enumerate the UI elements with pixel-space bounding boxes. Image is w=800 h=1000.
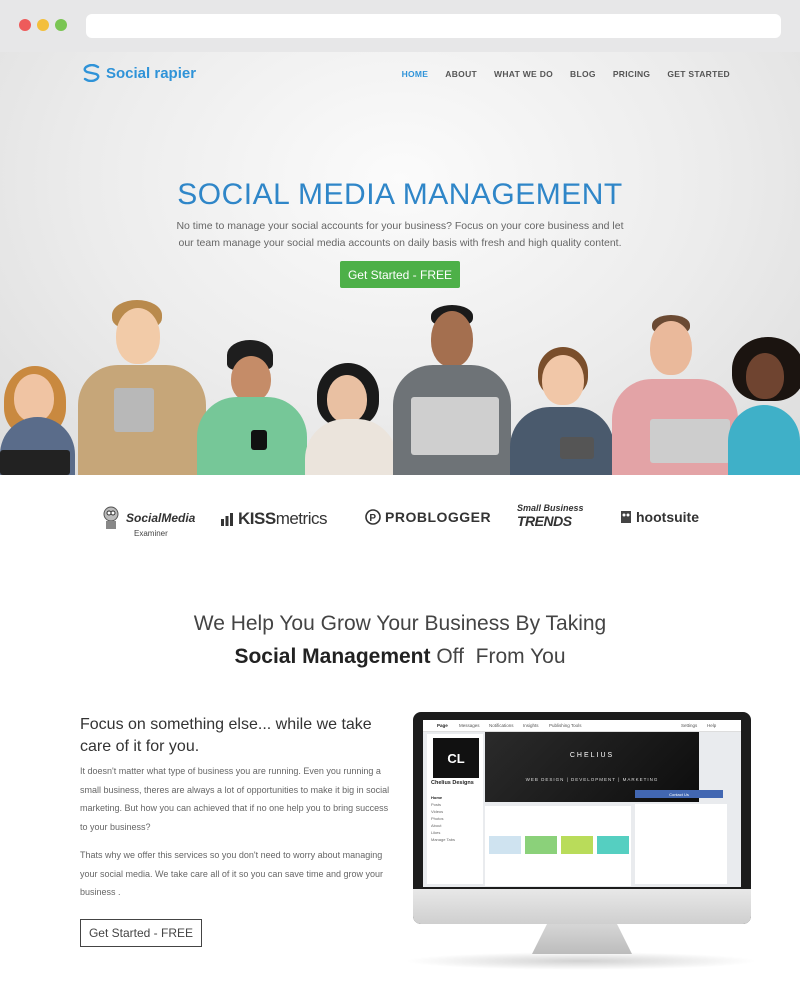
sme-text: SocialMedia: [126, 511, 196, 525]
close-window-button[interactable]: [19, 19, 31, 31]
logo-small-business-trends: Small Business TRENDS: [517, 503, 584, 529]
fb-top-bar: Page Messages Notifications Insights Pub…: [423, 720, 741, 732]
monitor-shadow: [404, 952, 758, 970]
p-circle-icon: P: [365, 509, 381, 525]
fb-menu-item: Posts: [431, 802, 442, 807]
fb-menu-item: Likes: [431, 830, 441, 835]
fb-menu-item: About: [431, 823, 442, 828]
fb-thumb: [489, 836, 521, 854]
logo-s-icon: [83, 64, 100, 82]
nav-get-started[interactable]: GET STARTED: [667, 69, 730, 79]
person-5: [393, 305, 511, 475]
focus-get-started-button[interactable]: Get Started - FREE: [80, 919, 202, 947]
hero-people-image: [0, 300, 800, 475]
hero-subtitle: No time to manage your social accounts f…: [176, 220, 624, 249]
person-1: [0, 360, 75, 475]
kiss-light-text: metrics: [275, 509, 328, 528]
fb-tab: Settings: [681, 723, 698, 728]
maximize-window-button[interactable]: [55, 19, 67, 31]
fb-menu-item: Home: [431, 795, 443, 800]
fb-cover-title: CHELIUS: [569, 752, 615, 759]
hero-title: SOCIAL MEDIA MANAGEMENT: [177, 178, 623, 211]
fb-menu-item: Videos: [431, 809, 444, 814]
main-nav: HOME ABOUT WHAT WE DO BLOG PRICING GET S…: [402, 69, 730, 79]
fb-menu: Home Posts Videos Photos About Likes Man…: [431, 794, 455, 843]
person-4: [305, 363, 397, 475]
fb-tab: Publishing Tools: [549, 723, 582, 728]
fb-menu-item: Manage Tabs: [431, 837, 455, 842]
svg-text:P: P: [369, 513, 376, 524]
fb-tab: Page: [437, 723, 448, 728]
fb-cover-subtitle: WEB DESIGN | DEVELOPMENT | MARKETING: [525, 777, 659, 782]
sme-subtext: Examiner: [134, 529, 168, 538]
monitor-chin: [413, 889, 751, 924]
site-logo-text: Social rapier: [106, 64, 197, 82]
browser-chrome: [0, 0, 800, 52]
hero: Social rapier HOME ABOUT WHAT WE DO BLOG…: [0, 52, 800, 475]
person-6: [510, 347, 614, 475]
fb-tab: Messages: [459, 723, 480, 728]
facebook-page-screenshot: Page Messages Notifications Insights Pub…: [423, 720, 741, 887]
nav-pricing[interactable]: PRICING: [613, 69, 651, 79]
mascot-icon: [103, 506, 119, 529]
sbt-top-text: Small Business: [517, 503, 584, 513]
section-heading-rest: Off From You: [430, 645, 566, 668]
logo-hootsuite: hootsuite: [620, 509, 699, 525]
fb-thumb: [525, 836, 557, 854]
nav-home[interactable]: HOME: [402, 69, 429, 79]
nav-about[interactable]: ABOUT: [445, 69, 477, 79]
hero-get-started-button[interactable]: Get Started - FREE: [340, 261, 460, 288]
section-heading-line1: We Help You Grow Your Business By Taking: [193, 612, 607, 635]
fb-tab: Notifications: [489, 723, 514, 728]
site-logo[interactable]: Social rapier: [82, 64, 196, 82]
brand-logos: SocialMedia Examiner KISSmetrics P PROBL…: [0, 475, 800, 565]
focus-paragraph-2: Thats why we offer this services so you …: [80, 850, 383, 897]
logo-problogger: P PROBLOGGER: [365, 509, 491, 525]
fb-menu-item: Photos: [431, 816, 444, 821]
section-heading-bold: Social Management: [234, 645, 431, 668]
fb-thumb: [561, 836, 593, 854]
person-2: [78, 300, 206, 475]
fb-page-name: Chelius Designs: [431, 780, 474, 786]
page: Social rapier HOME ABOUT WHAT WE DO BLOG…: [0, 52, 800, 1000]
problogger-text: PROBLOGGER: [385, 509, 492, 525]
person-8: [728, 337, 800, 475]
focus-paragraph-1: It doesn't matter what type of business …: [80, 766, 390, 832]
fb-right-column: [635, 804, 727, 884]
fb-sidebar: CL Chelius Designs Home Posts Videos Pho…: [427, 734, 483, 884]
fb-logo-text: CL: [447, 750, 465, 766]
monitor-stand: [532, 924, 632, 954]
fb-tab: Insights: [523, 723, 539, 728]
section-heading-line2: Social Management Off From You: [0, 645, 800, 669]
bar-chart-icon: [221, 513, 233, 526]
focus-title: Focus on something else... while we take…: [80, 716, 372, 755]
owl-icon: [621, 511, 631, 523]
nav-what-we-do[interactable]: WHAT WE DO: [494, 69, 553, 79]
logo-kissmetrics: KISSmetrics: [220, 509, 327, 529]
address-bar[interactable]: [86, 14, 781, 38]
fb-tab: Help: [707, 723, 717, 728]
sbt-bottom-text: TRENDS: [517, 513, 572, 529]
fb-contact-button: Contact Us: [635, 790, 723, 798]
hootsuite-text: hootsuite: [636, 509, 699, 525]
fb-profile-logo: CL: [433, 738, 479, 778]
person-7: [612, 315, 738, 475]
kiss-bold-text: KISS: [238, 509, 276, 528]
fb-post-area: [485, 806, 631, 886]
person-3: [197, 340, 307, 475]
nav-blog[interactable]: BLOG: [570, 69, 596, 79]
fb-thumb: [597, 836, 629, 854]
logo-social-media-examiner: SocialMedia Examiner: [100, 505, 195, 538]
minimize-window-button[interactable]: [37, 19, 49, 31]
